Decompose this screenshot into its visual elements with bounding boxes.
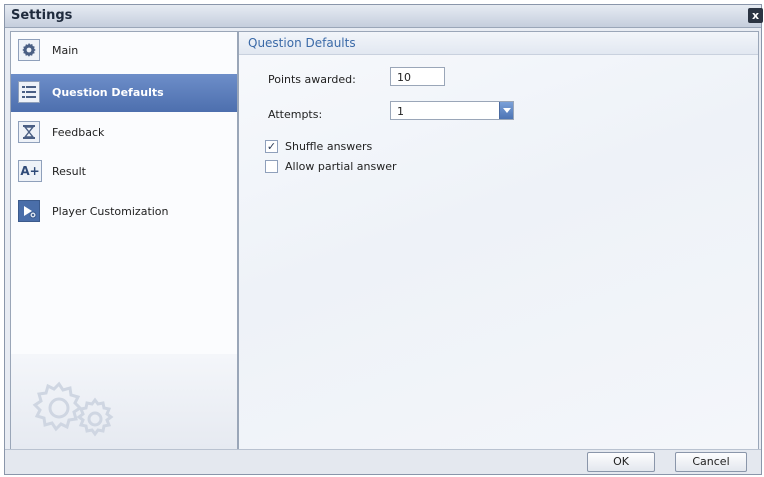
sidebar-decoration — [11, 354, 237, 449]
attempts-select[interactable]: 1 — [390, 101, 514, 120]
sidebar-item-label: Feedback — [52, 126, 105, 139]
sidebar-item-player-customization[interactable]: Player Customization — [11, 194, 237, 230]
attempts-label: Attempts: — [268, 108, 323, 121]
chevron-down-icon[interactable] — [499, 102, 513, 119]
sidebar-item-feedback[interactable]: Feedback — [11, 115, 237, 151]
hourglass-icon — [18, 121, 40, 143]
shuffle-answers-label: Shuffle answers — [285, 140, 373, 153]
sidebar-item-question-defaults[interactable]: Question Defaults — [11, 74, 237, 112]
sidebar-item-label: Player Customization — [52, 205, 169, 218]
question-defaults-panel: Question Defaults Points awarded: 10 Att… — [238, 31, 759, 450]
gears-watermark-icon — [32, 381, 114, 437]
shuffle-answers-checkbox[interactable]: ✓ — [265, 140, 278, 153]
panel-header: Question Defaults — [239, 32, 758, 55]
allow-partial-answer-checkbox[interactable] — [265, 160, 278, 173]
panel-title: Question Defaults — [248, 36, 356, 50]
close-icon[interactable]: x — [748, 8, 763, 23]
attempts-value: 1 — [397, 105, 404, 118]
allow-partial-answer-label: Allow partial answer — [285, 160, 397, 173]
sidebar-item-main[interactable]: Main — [11, 33, 237, 69]
list-icon — [18, 81, 40, 103]
settings-window: Settings x Main Question Defaults Feedba… — [4, 4, 763, 475]
settings-sidebar: Main Question Defaults Feedback A+ Resul… — [10, 31, 238, 450]
points-awarded-input[interactable]: 10 — [390, 67, 445, 86]
title-bar: Settings x — [5, 5, 763, 28]
points-awarded-label: Points awarded: — [268, 73, 356, 86]
sidebar-item-label: Main — [52, 44, 79, 57]
sidebar-item-label: Result — [52, 165, 86, 178]
ok-button[interactable]: OK — [587, 452, 655, 472]
sidebar-item-label: Question Defaults — [52, 86, 164, 99]
cancel-button[interactable]: Cancel — [675, 452, 747, 472]
sidebar-item-result[interactable]: A+ Result — [11, 154, 237, 190]
grade-icon: A+ — [18, 160, 42, 182]
gear-icon — [18, 39, 40, 61]
window-title: Settings — [11, 8, 73, 23]
player-icon — [18, 200, 40, 222]
dialog-footer: OK Cancel — [5, 449, 761, 474]
